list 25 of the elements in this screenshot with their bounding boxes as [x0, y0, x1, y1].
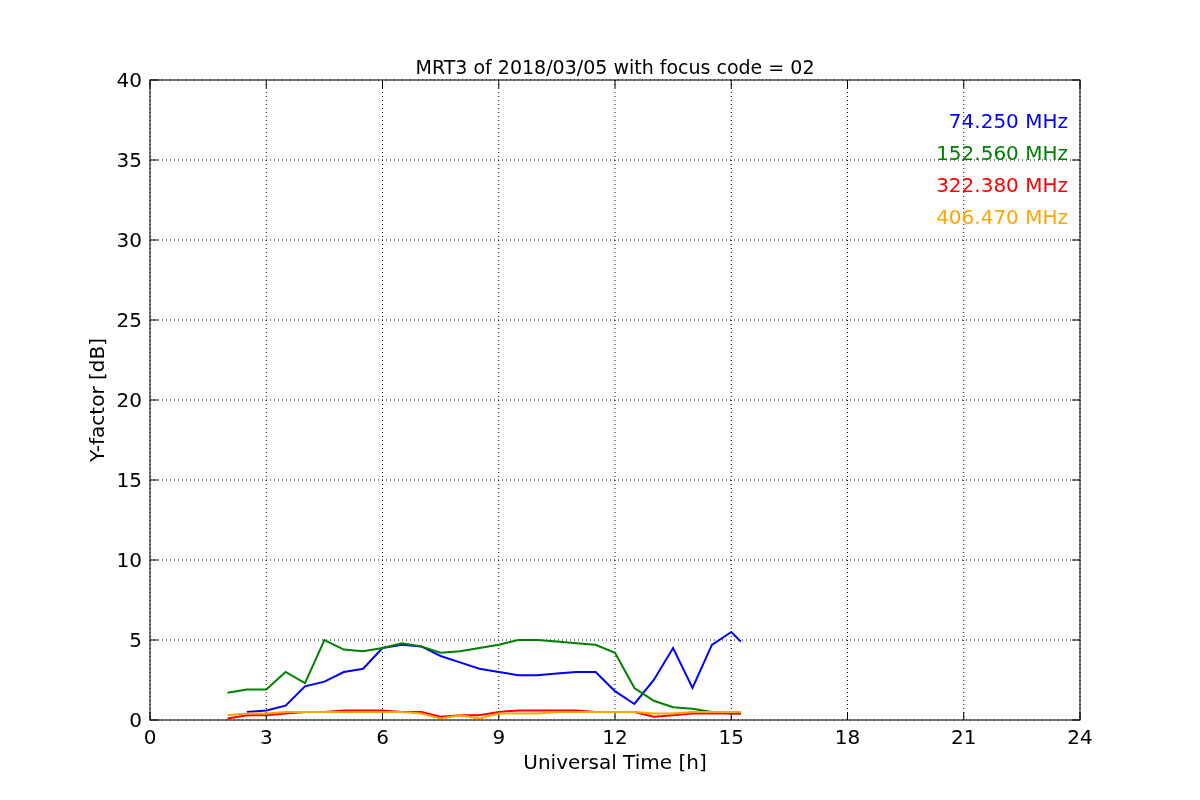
x-tick-label: 21: [951, 725, 977, 749]
legend-label: 152.560 MHz: [936, 141, 1068, 165]
x-tick-label: 15: [718, 725, 744, 749]
legend-label: 322.380 MHz: [936, 173, 1068, 197]
x-tick-label: 0: [143, 725, 157, 749]
y-tick-label: 10: [116, 548, 142, 572]
y-tick-label: 30: [116, 228, 142, 252]
x-tick-label: 18: [834, 725, 861, 749]
legend-label: 406.470 MHz: [936, 205, 1068, 229]
legend-label: 74.250 MHz: [948, 109, 1068, 133]
y-axis-label: Y-factor [dB]: [85, 338, 109, 462]
y-tick-label: 25: [116, 308, 142, 332]
x-tick-label: 3: [259, 725, 273, 749]
y-tick-label: 0: [129, 708, 142, 732]
chart-title: MRT3 of 2018/03/05 with focus code = 02: [415, 56, 815, 78]
y-tick-label: 35: [116, 148, 142, 172]
x-tick-label: 24: [1067, 725, 1093, 749]
x-tick-label: 6: [376, 725, 389, 749]
y-tick-label: 20: [116, 388, 142, 412]
y-tick-label: 15: [116, 468, 142, 492]
x-tick-label: 9: [492, 725, 506, 749]
y-tick-label: 5: [129, 628, 142, 652]
y-tick-label: 40: [116, 68, 142, 92]
x-tick-label: 12: [602, 725, 628, 749]
x-axis-label: Universal Time [h]: [523, 750, 707, 774]
